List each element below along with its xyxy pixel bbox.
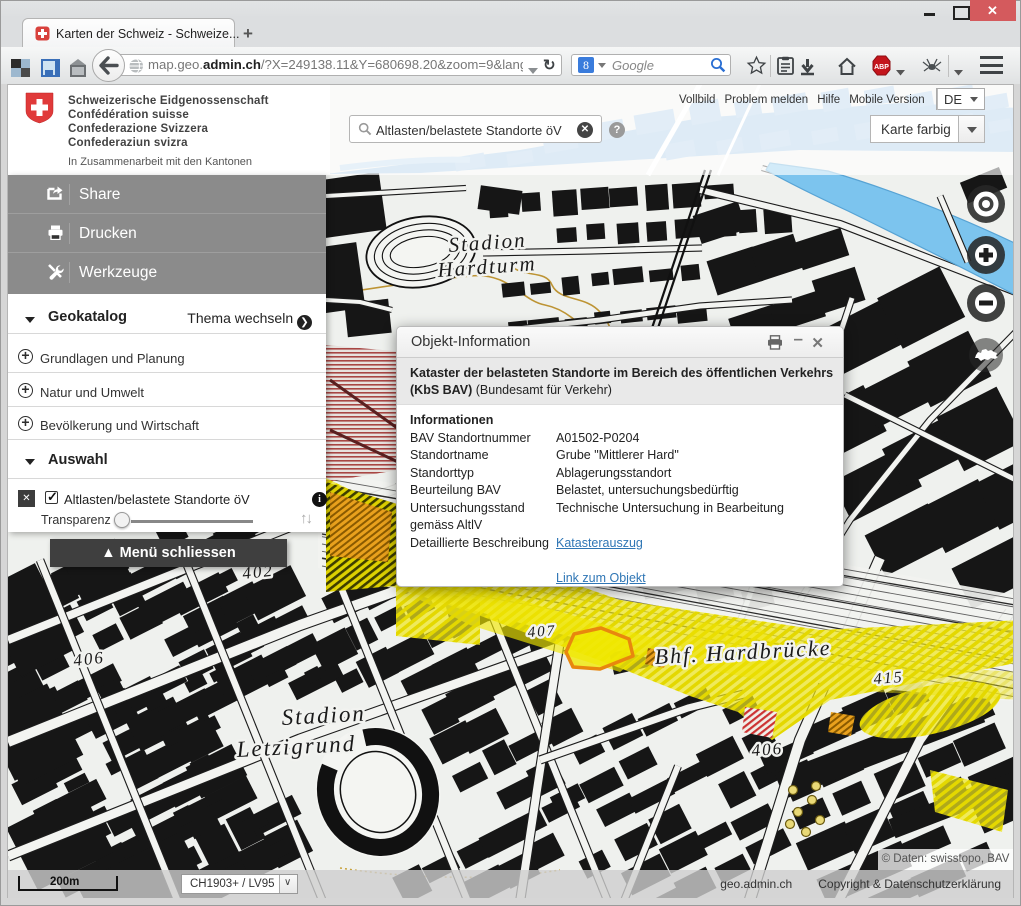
svg-text:406: 406 (751, 739, 784, 760)
svg-text:ABP: ABP (874, 64, 889, 71)
svg-text:Stadion: Stadion (281, 701, 366, 730)
svg-text:407: 407 (527, 623, 557, 641)
svg-text:406: 406 (72, 648, 105, 670)
svg-text:415: 415 (873, 669, 904, 688)
